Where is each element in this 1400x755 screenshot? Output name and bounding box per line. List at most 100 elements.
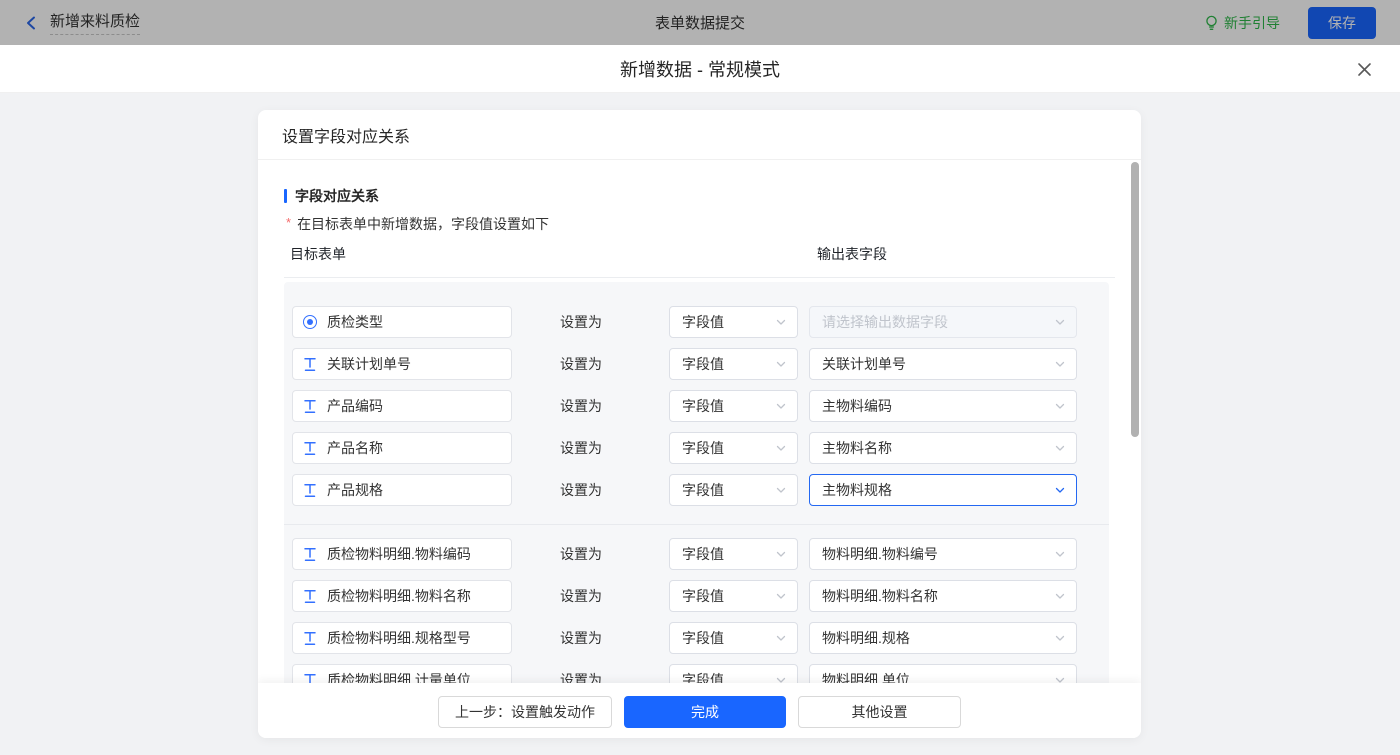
modal-header: 新增数据 - 常规模式 [0, 45, 1400, 93]
guide-bulb-icon [1204, 15, 1219, 31]
target-field-chip[interactable]: 质检物料明细.物料编码 [292, 538, 512, 570]
chevron-down-icon [775, 316, 787, 328]
output-field-select[interactable]: 主物料名称 [809, 432, 1077, 464]
section-title: 字段对应关系 [284, 186, 379, 206]
topbar: 新增来料质检 表单数据提交 新手引导 保存 [0, 0, 1400, 45]
value-type-select[interactable]: 字段值 [669, 538, 798, 570]
target-field-label: 质检类型 [327, 312, 383, 332]
output-field-select[interactable]: 请选择输出数据字段 [809, 306, 1077, 338]
output-field-value: 物料明细.规格 [822, 628, 910, 648]
target-field-label: 质检物料明细.物料名称 [327, 586, 471, 606]
chevron-down-icon [775, 442, 787, 454]
output-field-select[interactable]: 物料明细.单位 [809, 664, 1077, 683]
value-type-text: 字段值 [682, 354, 724, 374]
value-type-select[interactable]: 字段值 [669, 306, 798, 338]
target-field-chip[interactable]: 关联计划单号 [292, 348, 512, 380]
mapping-row: 质检物料明细.计量单位 设置为 字段值 物料明细.单位 [284, 664, 1109, 683]
target-field-chip[interactable]: 产品名称 [292, 432, 512, 464]
mapping-row: 质检物料明细.物料编码 设置为 字段值 物料明细.物料编号 [284, 538, 1109, 570]
value-type-text: 字段值 [682, 438, 724, 458]
output-field-select[interactable]: 物料明细.物料编号 [809, 538, 1077, 570]
value-type-select[interactable]: 字段值 [669, 432, 798, 464]
set-as-label: 设置为 [560, 538, 602, 570]
previous-step-button[interactable]: 上一步：设置触发动作 [438, 696, 612, 728]
mapping-rows-panel: 质检类型 设置为 字段值 请选择输出数据字段 [284, 282, 1109, 683]
card-header-title: 设置字段对应关系 [258, 110, 1141, 160]
text-field-icon [303, 589, 317, 604]
mapping-row: 质检物料明细.物料名称 设置为 字段值 物料明细.物料名称 [284, 580, 1109, 612]
target-field-chip[interactable]: 质检物料明细.物料名称 [292, 580, 512, 612]
workflow-title[interactable]: 新增来料质检 [50, 10, 140, 35]
set-as-label: 设置为 [560, 474, 602, 506]
chevron-down-icon [775, 484, 787, 496]
scrollbar-thumb[interactable] [1131, 162, 1139, 437]
chevron-down-icon [1054, 632, 1066, 644]
field-mapping-card: 设置字段对应关系 字段对应关系 * 在目标表单中新增数据，字段值设置如下 目标表… [258, 110, 1141, 738]
back-chevron-icon[interactable] [24, 15, 40, 31]
target-field-chip[interactable]: 质检物料明细.规格型号 [292, 622, 512, 654]
radio-icon [303, 315, 317, 329]
output-field-select[interactable]: 关联计划单号 [809, 348, 1077, 380]
chevron-down-icon [1054, 548, 1066, 560]
column-target-form: 目标表单 [290, 244, 346, 264]
output-field-select[interactable]: 物料明细.物料名称 [809, 580, 1077, 612]
target-field-chip[interactable]: 产品编码 [292, 390, 512, 422]
value-type-select[interactable]: 字段值 [669, 580, 798, 612]
chevron-down-icon [775, 400, 787, 412]
set-as-label: 设置为 [560, 622, 602, 654]
mapping-row: 质检物料明细.规格型号 设置为 字段值 物料明细.规格 [284, 622, 1109, 654]
chevron-down-icon [775, 674, 787, 683]
chevron-down-icon [775, 590, 787, 602]
value-type-select[interactable]: 字段值 [669, 664, 798, 683]
value-type-text: 字段值 [682, 586, 724, 606]
value-type-text: 字段值 [682, 480, 724, 500]
output-field-value: 主物料规格 [822, 480, 892, 500]
target-field-label: 质检物料明细.物料编码 [327, 544, 471, 564]
target-field-chip[interactable]: 产品规格 [292, 474, 512, 506]
output-field-select[interactable]: 主物料编码 [809, 390, 1077, 422]
value-type-text: 字段值 [682, 544, 724, 564]
value-type-select[interactable]: 字段值 [669, 474, 798, 506]
text-field-icon [303, 547, 317, 562]
target-field-label: 产品规格 [327, 480, 383, 500]
target-field-label: 产品编码 [327, 396, 383, 416]
target-field-label: 质检物料明细.规格型号 [327, 628, 471, 648]
text-field-icon [303, 483, 317, 498]
page: 新增来料质检 表单数据提交 新手引导 保存 新增数据 - 常规模式 设置字段对应… [0, 0, 1400, 755]
value-type-select[interactable]: 字段值 [669, 622, 798, 654]
target-field-label: 产品名称 [327, 438, 383, 458]
output-field-select-focused[interactable]: 主物料规格 [809, 474, 1077, 506]
column-output-fields: 输出表字段 [817, 244, 887, 264]
text-field-icon [303, 357, 317, 372]
chevron-down-icon [1054, 590, 1066, 602]
output-field-value: 关联计划单号 [822, 354, 906, 374]
set-as-label: 设置为 [560, 390, 602, 422]
target-field-label: 质检物料明细.计量单位 [327, 670, 471, 683]
group-divider [284, 524, 1109, 525]
topbar-actions: 新手引导 保存 [1204, 0, 1376, 45]
output-field-select[interactable]: 物料明细.规格 [809, 622, 1077, 654]
guide-label: 新手引导 [1224, 13, 1280, 33]
section-note: * 在目标表单中新增数据，字段值设置如下 [286, 214, 549, 234]
done-button[interactable]: 完成 [624, 696, 786, 728]
mapping-row: 产品编码 设置为 字段值 主物料编码 [284, 390, 1109, 422]
save-button[interactable]: 保存 [1308, 7, 1376, 39]
back-nav[interactable]: 新增来料质检 [0, 10, 140, 35]
target-field-chip[interactable]: 质检类型 [292, 306, 512, 338]
output-field-value: 物料明细.物料编号 [822, 544, 938, 564]
value-type-select[interactable]: 字段值 [669, 390, 798, 422]
output-field-placeholder: 请选择输出数据字段 [822, 312, 948, 332]
section-title-text: 字段对应关系 [295, 186, 379, 206]
set-as-label: 设置为 [560, 432, 602, 464]
close-icon[interactable] [1354, 59, 1374, 79]
other-settings-button[interactable]: 其他设置 [798, 696, 961, 728]
modal-title: 新增数据 - 常规模式 [620, 56, 780, 82]
text-field-icon [303, 631, 317, 646]
value-type-text: 字段值 [682, 396, 724, 416]
target-field-chip[interactable]: 质检物料明细.计量单位 [292, 664, 512, 683]
chevron-down-icon [1054, 316, 1066, 328]
beginner-guide-link[interactable]: 新手引导 [1204, 13, 1280, 33]
mapping-row: 关联计划单号 设置为 字段值 关联计划单号 [284, 348, 1109, 380]
chevron-down-icon [775, 358, 787, 370]
value-type-select[interactable]: 字段值 [669, 348, 798, 380]
